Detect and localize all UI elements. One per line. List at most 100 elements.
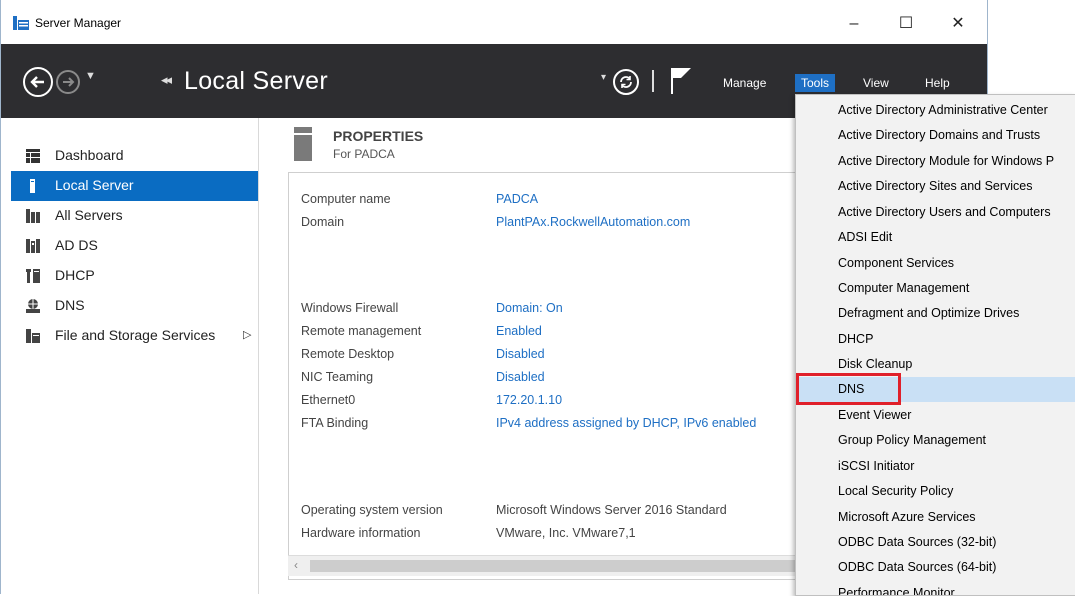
- menu-item-label: Performance Monitor: [838, 586, 955, 596]
- property-key: Hardware information: [301, 526, 421, 540]
- menu-help[interactable]: Help: [919, 74, 956, 92]
- tools-menu-item[interactable]: Local Security Policy: [796, 479, 1075, 504]
- tools-dropdown-menu: Active Directory Administrative Center A…: [795, 94, 1075, 596]
- property-key: Remote management: [301, 324, 422, 338]
- sidebar-item-file-storage[interactable]: File and Storage Services ▷: [11, 321, 258, 351]
- maximize-button[interactable]: ☐: [883, 10, 929, 38]
- history-dropdown-icon[interactable]: ▼: [85, 70, 96, 82]
- submenu-arrow-icon[interactable]: ▷: [243, 328, 251, 341]
- menu-item-label: Active Directory Module for Windows P: [838, 154, 1055, 168]
- property-key: FTA Binding: [301, 416, 369, 430]
- breadcrumb-chevron-icon: ◂◂: [161, 72, 172, 87]
- property-key: Remote Desktop: [301, 347, 395, 361]
- sidebar-item-local-server[interactable]: Local Server: [11, 171, 258, 201]
- tools-menu-item[interactable]: Group Policy Management: [796, 428, 1075, 453]
- menu-item-label: Group Policy Management: [838, 433, 986, 447]
- sidebar-item-dhcp[interactable]: DHCP: [11, 261, 258, 291]
- property-value: VMware, Inc. VMware7,1: [496, 526, 636, 540]
- sidebar-item-label: DNS: [55, 297, 85, 313]
- tools-menu-item[interactable]: Defragment and Optimize Drives: [796, 301, 1075, 326]
- tools-menu-item[interactable]: Computer Management: [796, 276, 1075, 301]
- sidebar-item-dns[interactable]: DNS: [11, 291, 258, 321]
- tools-menu-item[interactable]: iSCSI Initiator: [796, 454, 1075, 479]
- property-key: Computer name: [301, 192, 391, 206]
- tools-menu-item[interactable]: ODBC Data Sources (64-bit): [796, 555, 1075, 580]
- property-value-link[interactable]: PlantPAx.RockwellAutomation.com: [496, 215, 690, 229]
- menu-item-label: Local Security Policy: [838, 484, 954, 498]
- sidebar: Dashboard Local Server All Servers AD DS: [11, 118, 259, 594]
- horizontal-scrollbar[interactable]: ‹: [288, 555, 808, 576]
- sidebar-item-label: AD DS: [55, 237, 98, 253]
- property-value-link[interactable]: Domain: On: [496, 301, 563, 315]
- property-value-link[interactable]: 172.20.1.10: [496, 393, 562, 407]
- menu-item-label: Defragment and Optimize Drives: [838, 306, 1020, 320]
- tools-menu-item[interactable]: Event Viewer: [796, 403, 1075, 428]
- property-value: Microsoft Windows Server 2016 Standard: [496, 503, 727, 517]
- arrow-right-icon: [63, 77, 75, 87]
- menu-view[interactable]: View: [857, 74, 895, 92]
- server-manager-app-icon: [13, 16, 29, 30]
- property-value-link[interactable]: IPv4 address assigned by DHCP, IPv6 enab…: [496, 416, 756, 430]
- property-key: Operating system version: [301, 503, 443, 517]
- menu-item-label: Computer Management: [838, 281, 970, 295]
- tools-menu-item[interactable]: ODBC Data Sources (32-bit): [796, 530, 1075, 555]
- menu-item-label: ODBC Data Sources (32-bit): [838, 535, 997, 549]
- minimize-button[interactable]: –: [831, 10, 877, 38]
- dns-highlight-annotation: [796, 373, 901, 405]
- menu-item-label: Component Services: [838, 256, 955, 270]
- server-icon: [30, 179, 35, 193]
- adds-icon: [26, 239, 40, 253]
- refresh-icon: [620, 76, 632, 88]
- tools-menu-item[interactable]: Active Directory Users and Computers: [796, 200, 1075, 225]
- property-value-link[interactable]: PADCA: [496, 192, 538, 206]
- tools-menu-item[interactable]: Active Directory Module for Windows P: [796, 149, 1075, 174]
- properties-subtitle: For PADCA: [333, 147, 395, 161]
- properties-title: PROPERTIES: [333, 128, 424, 144]
- tools-menu-item[interactable]: Microsoft Azure Services: [796, 505, 1075, 530]
- dns-icon: [26, 299, 40, 313]
- forward-button[interactable]: [56, 70, 80, 94]
- tools-menu-item[interactable]: DHCP: [796, 327, 1075, 352]
- property-value-link[interactable]: Disabled: [496, 347, 545, 361]
- title-bar: Server Manager – ☐ ✕: [1, 0, 987, 44]
- sidebar-item-dashboard[interactable]: Dashboard: [11, 141, 258, 171]
- property-key: NIC Teaming: [301, 370, 374, 384]
- sidebar-item-label: File and Storage Services: [55, 327, 216, 343]
- sidebar-item-label: Local Server: [55, 177, 134, 193]
- sidebar-item-all-servers[interactable]: All Servers: [11, 201, 258, 231]
- menu-item-label: Active Directory Sites and Services: [838, 179, 1033, 193]
- tools-menu-item[interactable]: Active Directory Administrative Center: [796, 98, 1075, 123]
- close-button[interactable]: ✕: [935, 10, 981, 38]
- menu-item-label: Active Directory Administrative Center: [838, 103, 1048, 117]
- sidebar-item-label: All Servers: [55, 207, 123, 223]
- property-value-link[interactable]: Enabled: [496, 324, 542, 338]
- dashboard-icon: [26, 149, 40, 163]
- property-value-link[interactable]: Disabled: [496, 370, 545, 384]
- menu-item-label: DHCP: [838, 332, 874, 346]
- menu-item-label: Active Directory Domains and Trusts: [838, 128, 1041, 142]
- scroll-left-icon[interactable]: ‹: [294, 558, 298, 572]
- menu-item-label: ADSI Edit: [838, 230, 893, 244]
- sidebar-item-label: DHCP: [55, 267, 95, 283]
- tools-menu-item[interactable]: Component Services: [796, 251, 1075, 276]
- servers-icon: [26, 209, 40, 223]
- back-button[interactable]: [23, 67, 53, 97]
- menu-manage[interactable]: Manage: [717, 74, 772, 92]
- arrow-left-icon: [30, 76, 44, 88]
- menu-tools[interactable]: Tools: [795, 74, 836, 92]
- refresh-dropdown-icon[interactable]: ▾: [601, 72, 606, 83]
- property-key: Ethernet0: [301, 393, 356, 407]
- window-title: Server Manager: [35, 16, 122, 30]
- tools-menu-item[interactable]: ADSI Edit: [796, 225, 1075, 250]
- page-title: Local Server: [184, 67, 328, 95]
- header-separator: [652, 70, 654, 92]
- tools-menu-item[interactable]: Active Directory Domains and Trusts: [796, 123, 1075, 148]
- sidebar-item-ad-ds[interactable]: AD DS: [11, 231, 258, 261]
- sidebar-item-label: Dashboard: [55, 147, 124, 163]
- tools-menu-item[interactable]: Active Directory Sites and Services: [796, 174, 1075, 199]
- scrollbar-thumb[interactable]: [310, 560, 800, 572]
- notifications-flag-icon[interactable]: [669, 66, 695, 96]
- properties-panel: Computer name PADCA Domain PlantPAx.Rock…: [288, 172, 810, 580]
- refresh-button[interactable]: [613, 69, 639, 95]
- menu-item-label: iSCSI Initiator: [838, 459, 915, 473]
